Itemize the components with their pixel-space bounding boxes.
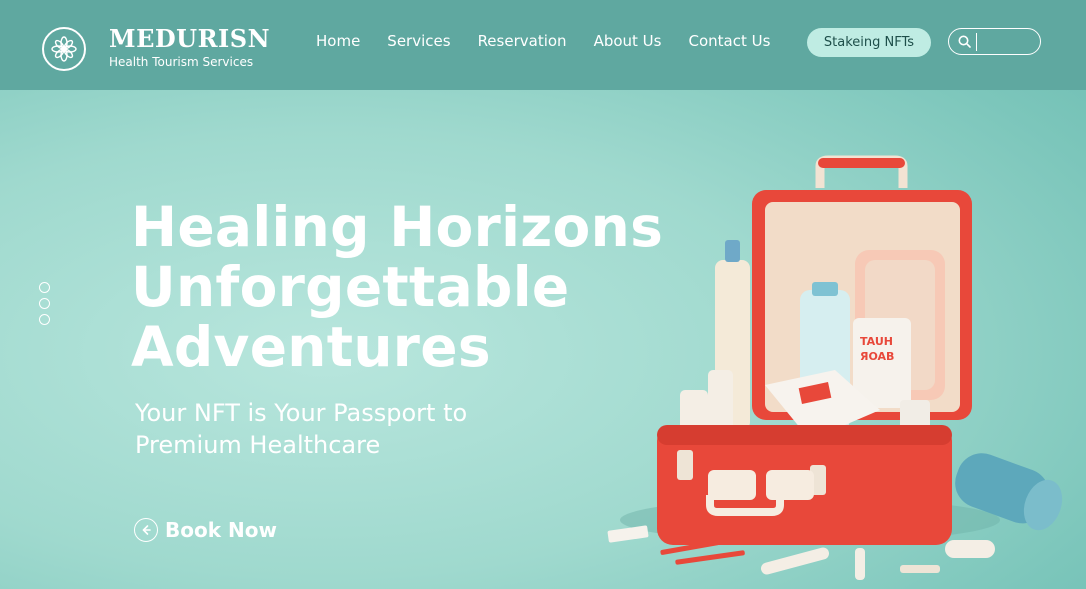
book-now-label: Book Now bbox=[165, 518, 277, 542]
nav-home[interactable]: Home bbox=[316, 32, 360, 50]
first-aid-kit-image: TAUH ЯOAB bbox=[607, 155, 1063, 580]
slide-indicators bbox=[39, 282, 50, 330]
hero-title-line: Unforgettable bbox=[131, 255, 570, 319]
search-input[interactable] bbox=[976, 32, 1031, 51]
nav-contact-us[interactable]: Contact Us bbox=[688, 32, 770, 50]
hero-title-line: Adventures bbox=[131, 315, 491, 379]
search-box[interactable] bbox=[948, 28, 1041, 55]
slide-dot-1[interactable] bbox=[39, 282, 50, 293]
search-icon[interactable] bbox=[958, 35, 971, 48]
main-nav: Home Services Reservation About Us Conta… bbox=[316, 32, 797, 50]
arrow-left-circle-icon bbox=[134, 518, 158, 542]
slide-dot-3[interactable] bbox=[39, 314, 50, 325]
box-label-line1: TAUH bbox=[860, 335, 893, 348]
book-now-button[interactable]: Book Now bbox=[134, 518, 277, 542]
lotus-icon bbox=[51, 36, 77, 62]
logo[interactable] bbox=[42, 27, 86, 71]
hero-subtitle-line: Your NFT is Your Passport to bbox=[135, 399, 468, 427]
nav-about-us[interactable]: About Us bbox=[594, 32, 662, 50]
brand-name[interactable]: MEDURISN bbox=[109, 24, 270, 53]
brand-tagline: Health Tourism Services bbox=[109, 55, 254, 69]
staking-nfts-button[interactable]: Stakeing NFTs bbox=[807, 28, 931, 57]
hero-section: TAUH ЯOAB MEDURISN Health Tourism Servic… bbox=[0, 0, 1086, 589]
site-header: MEDURISN Health Tourism Services Home Se… bbox=[0, 0, 1086, 90]
slide-dot-2[interactable] bbox=[39, 298, 50, 309]
nav-reservation[interactable]: Reservation bbox=[478, 32, 567, 50]
hero-subtitle: Your NFT is Your Passport to Premium Hea… bbox=[135, 397, 535, 461]
hero-title-line: Healing Horizons bbox=[131, 195, 664, 259]
hero-title: Healing Horizons Unforgettable Adventure… bbox=[131, 195, 664, 379]
nav-services[interactable]: Services bbox=[387, 32, 450, 50]
box-label-line2: ЯOAB bbox=[860, 350, 894, 363]
hero-subtitle-line: Premium Healthcare bbox=[135, 431, 381, 459]
